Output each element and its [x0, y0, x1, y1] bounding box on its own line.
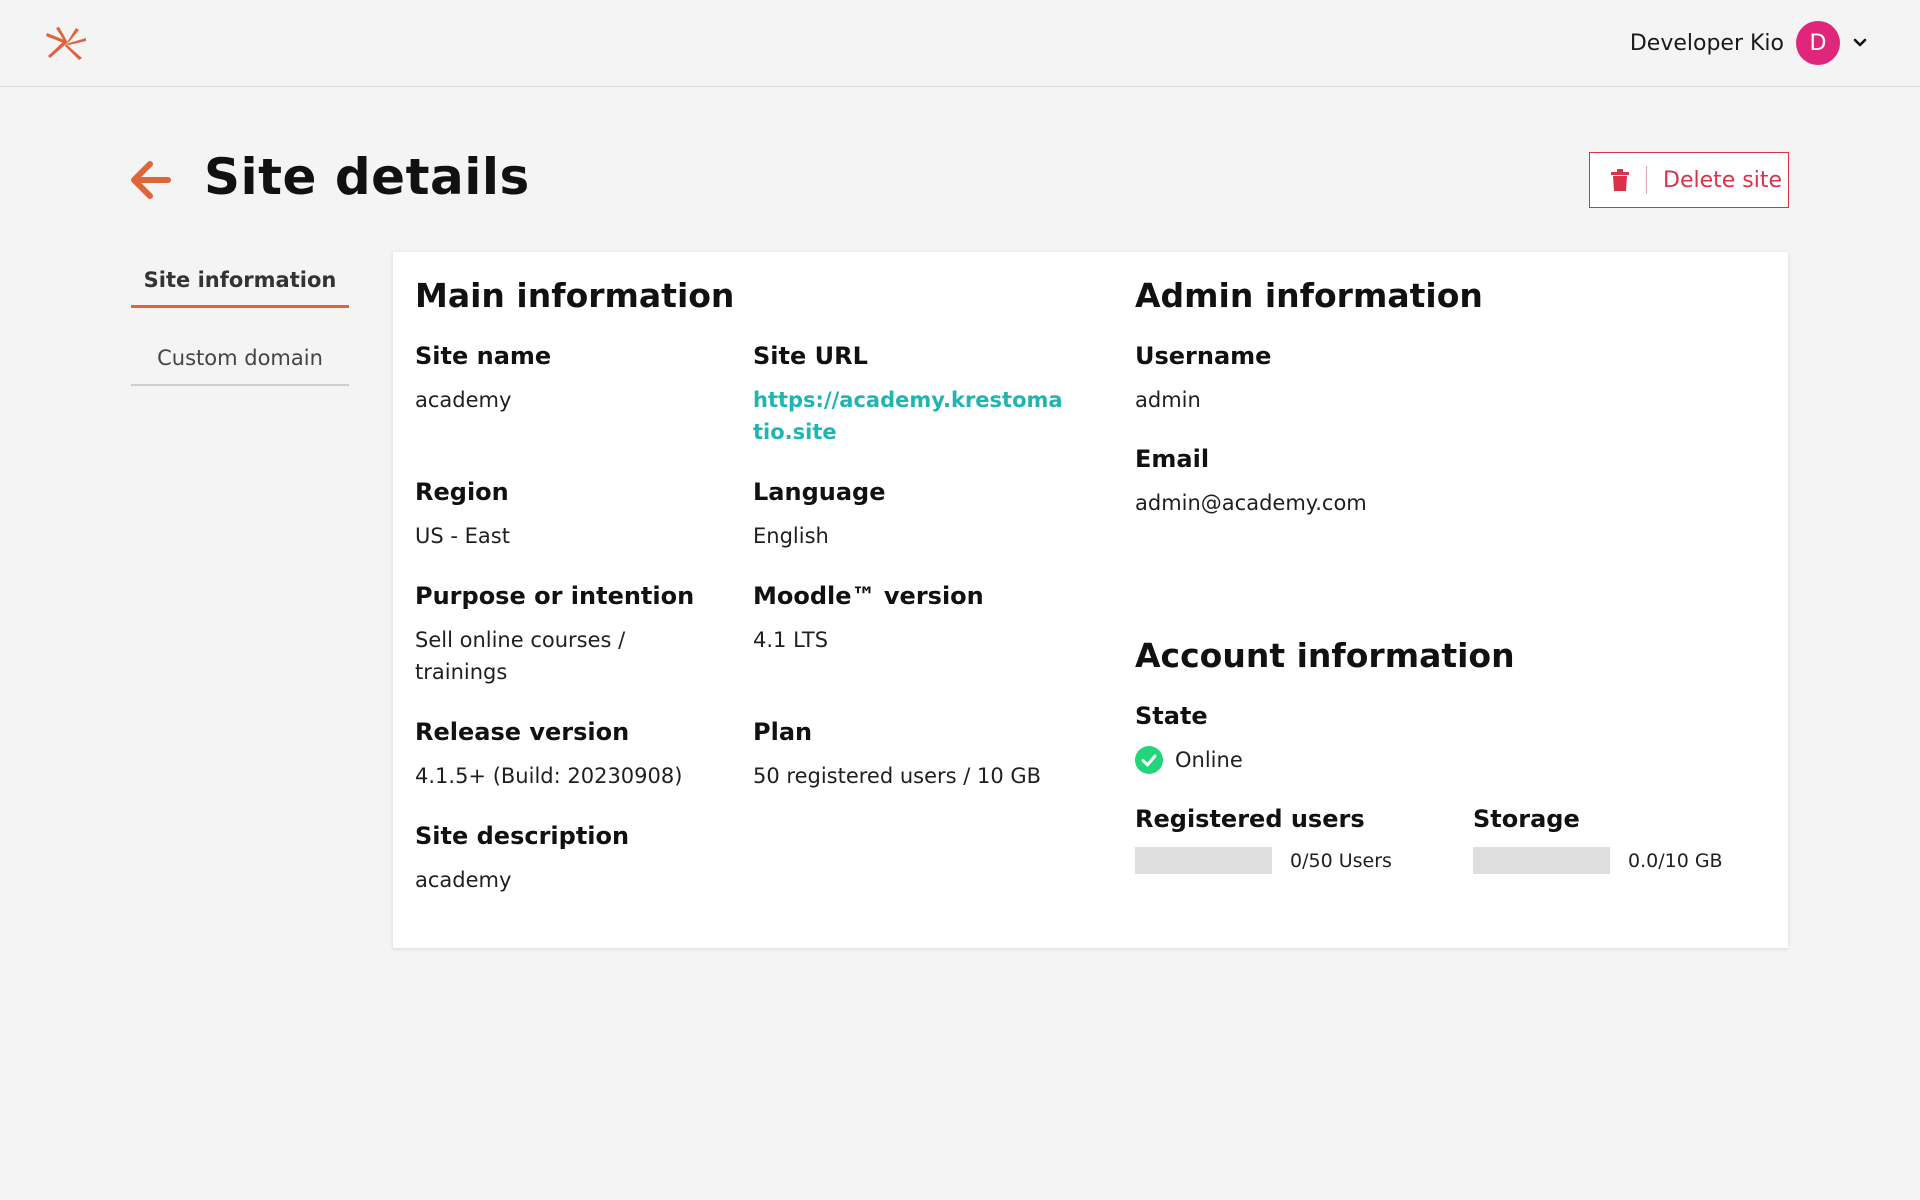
storage-value: 0.0/10 GB [1628, 849, 1723, 872]
region-field: Region US - East [415, 478, 715, 552]
avatar[interactable]: D [1796, 21, 1840, 65]
top-bar: Developer Kio D [0, 0, 1920, 87]
plan-value: 50 registered users / 10 GB [753, 764, 1042, 788]
username-field: Username admin [1135, 342, 1535, 416]
site-description-label: Site description [415, 822, 630, 850]
user-name: Developer Kio [1629, 30, 1784, 56]
purpose-value: Sell online courses / trainings [415, 628, 626, 684]
registered-users-meter-row: 0/50 Users [1135, 847, 1455, 874]
moodle-version-field: Moodle™ version 4.1 LTS [753, 582, 1063, 656]
username-value: admin [1135, 388, 1201, 412]
username-label: Username [1135, 342, 1272, 370]
plan-field: Plan 50 registered users / 10 GB [753, 718, 1093, 792]
email-value: admin@academy.com [1135, 491, 1367, 515]
check-circle-icon [1135, 746, 1163, 774]
moodle-version-value: 4.1 LTS [753, 628, 829, 652]
tab-site-information[interactable]: Site information [131, 252, 349, 308]
storage-progress-bar [1473, 847, 1610, 874]
email-label: Email [1135, 445, 1210, 473]
language-field: Language English [753, 478, 1063, 552]
delete-site-label: Delete site [1663, 167, 1783, 193]
account-information-title: Account information [1135, 636, 1515, 675]
button-divider [1646, 166, 1647, 194]
site-name-value: academy [415, 388, 512, 412]
state-label: State [1135, 702, 1208, 730]
registered-users-value: 0/50 Users [1290, 849, 1392, 872]
storage-meter-row: 0.0/10 GB [1473, 847, 1773, 874]
user-menu[interactable]: Developer Kio D [1630, 20, 1868, 66]
trash-icon [1611, 169, 1629, 191]
site-name-field: Site name academy [415, 342, 715, 416]
site-url-label: Site URL [753, 342, 868, 370]
language-value: English [753, 524, 829, 548]
state-field: State Online [1135, 702, 1535, 776]
plan-label: Plan [753, 718, 813, 746]
delete-site-button[interactable]: Delete site [1589, 152, 1789, 208]
site-name-label: Site name [415, 342, 552, 370]
admin-information-title: Admin information [1135, 276, 1483, 315]
email-field: Email admin@academy.com [1135, 445, 1535, 519]
storage-label: Storage [1473, 805, 1580, 833]
tab-custom-domain[interactable]: Custom domain [131, 330, 349, 386]
moodle-version-label: Moodle™ version [753, 582, 984, 610]
main-information-title: Main information [415, 276, 735, 315]
region-value: US - East [415, 524, 510, 548]
storage-field: Storage 0.0/10 GB [1473, 805, 1773, 874]
state-value: Online [1175, 748, 1243, 772]
site-details-card: Main information Site name academy Site … [393, 252, 1788, 948]
registered-users-label: Registered users [1135, 805, 1365, 833]
site-description-value: academy [415, 868, 512, 892]
purpose-field: Purpose or intention Sell online courses… [415, 582, 695, 688]
page-title: Site details [204, 148, 530, 206]
registered-users-field: Registered users 0/50 Users [1135, 805, 1455, 874]
logo-icon[interactable] [44, 26, 88, 62]
region-label: Region [415, 478, 509, 506]
release-version-field: Release version 4.1.5+ (Build: 20230908) [415, 718, 735, 792]
site-url-link[interactable]: https://academy.krestomatio.site [753, 384, 1063, 448]
state-row: Online [1135, 744, 1535, 776]
language-label: Language [753, 478, 886, 506]
arrow-left-icon[interactable] [128, 158, 172, 202]
site-url-field: Site URL https://academy.krestomatio.sit… [753, 342, 1063, 448]
release-version-value: 4.1.5+ (Build: 20230908) [415, 764, 683, 788]
registered-users-progress-bar [1135, 847, 1272, 874]
chevron-down-icon[interactable] [1852, 35, 1868, 51]
site-description-field: Site description academy [415, 822, 735, 896]
release-version-label: Release version [415, 718, 630, 746]
purpose-label: Purpose or intention [415, 582, 695, 610]
